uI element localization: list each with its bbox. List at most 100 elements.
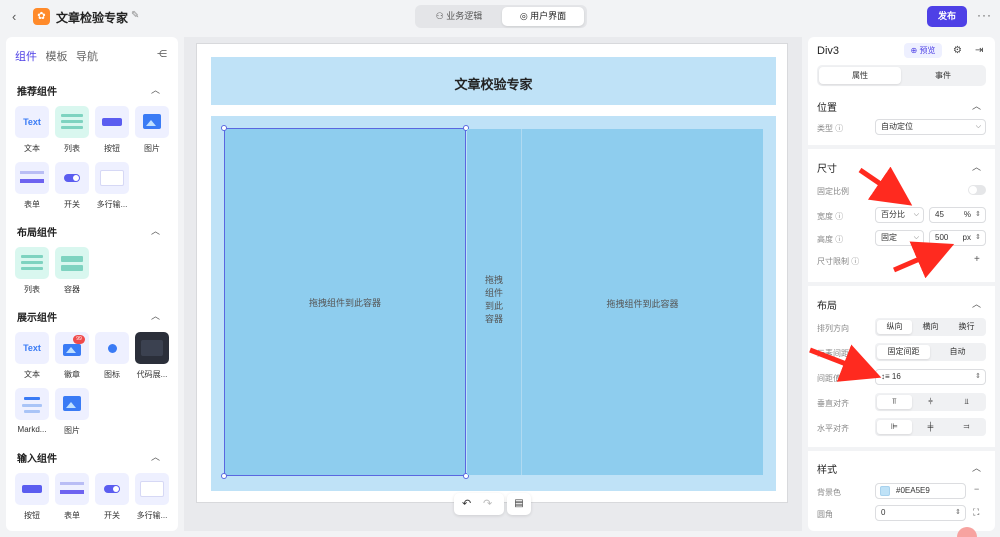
section-size: 尺寸 [817, 164, 837, 175]
tab-properties[interactable]: 属性 [819, 67, 901, 84]
spacing-fixed[interactable]: 固定间距 [877, 345, 930, 359]
top-bar: ‹ ✿ 文章检验专家 ✎ ⚇ 业务逻辑 ◎ 用户界面 发布 ··· [0, 0, 1000, 34]
component-display-image[interactable]: 图片 [55, 388, 89, 436]
tab-user-interface[interactable]: ◎ 用户界面 [502, 7, 584, 26]
row-container[interactable]: 拖拽组件到此容器 拖拽 组件 到此 容器 拖拽组件到此容器 [211, 116, 776, 491]
right-container[interactable]: 拖拽组件到此容器 [522, 129, 763, 475]
radius-input[interactable]: 0 ⇕ [875, 505, 966, 521]
chevron-up-icon[interactable]: ︿ [972, 160, 981, 173]
component-switch[interactable]: 开关 [55, 162, 89, 210]
publish-button[interactable]: 发布 [927, 6, 967, 27]
component-text[interactable]: Text 文本 [15, 106, 49, 154]
height-input[interactable]: 500 px ⇕ [929, 230, 986, 246]
horizontal-align-segmented: ⊫ ╪ ⫤ [875, 418, 986, 436]
section-layout: 布局 [817, 301, 837, 312]
gap-input[interactable]: ↕≡ 16 ⇕ [875, 369, 986, 385]
list-icon [55, 106, 89, 138]
horizontal-align-label: 水平对齐 [817, 424, 849, 433]
direction-vertical[interactable]: 纵向 [877, 320, 912, 334]
document-icon[interactable]: ▤ [507, 493, 531, 515]
divider [808, 145, 995, 149]
component-display-text[interactable]: Text 文本 [15, 332, 49, 380]
component-textarea[interactable]: 多行输... [95, 162, 129, 210]
vertical-align-label: 垂直对齐 [817, 399, 849, 408]
component-form[interactable]: 表单 [15, 162, 49, 210]
align-middle-icon[interactable]: ⫩ [913, 395, 948, 409]
settings-icon[interactable]: ⚙ [953, 45, 962, 56]
collapse-panel-icon[interactable]: ⋲ [157, 49, 167, 60]
image-icon [135, 106, 169, 138]
property-tabs: 属性 事件 [817, 65, 986, 86]
radius-label: 圆角 [817, 510, 833, 519]
align-top-icon[interactable]: ⫪ [877, 395, 912, 409]
direction-horizontal[interactable]: 横向 [913, 320, 948, 334]
narrow-container[interactable]: 拖拽 组件 到此 容器 [467, 129, 522, 475]
panel-toggle-icon[interactable]: ⇥ [975, 45, 983, 56]
component-badge[interactable]: 99 徽章 [55, 332, 89, 380]
align-right-icon[interactable]: ⫤ [949, 420, 984, 434]
direction-wrap[interactable]: 换行 [949, 320, 984, 334]
color-swatch[interactable] [880, 486, 890, 496]
align-bottom-icon[interactable]: ⫫ [949, 395, 984, 409]
size-constraint-label: 尺寸限制 ⓘ [817, 257, 860, 266]
remove-icon[interactable]: − [974, 484, 979, 494]
form-icon [15, 162, 49, 194]
component-icon[interactable]: 图标 [95, 332, 129, 380]
view-switcher: ⚇ 业务逻辑 ◎ 用户界面 [415, 5, 587, 28]
width-mode-select[interactable]: 百分比 ⌵ [875, 207, 924, 223]
component-input-button[interactable]: 按钮 [15, 473, 49, 521]
height-mode-select[interactable]: 固定 ⌵ [875, 230, 924, 246]
direction-segmented: 纵向 横向 换行 [875, 318, 986, 336]
component-input-form[interactable]: 表单 [55, 473, 89, 521]
resize-handle[interactable] [221, 473, 227, 479]
redo-icon[interactable]: ↷ [483, 497, 492, 510]
container-icon [55, 247, 89, 279]
badge-icon: 99 [55, 332, 89, 364]
textarea-icon [95, 162, 129, 194]
chevron-up-icon[interactable]: ︿ [151, 83, 160, 96]
width-input[interactable]: 45 % ⇕ [929, 207, 986, 223]
page-title[interactable]: 文章校验专家 [211, 74, 776, 93]
component-input-switch[interactable]: 开关 [95, 473, 129, 521]
position-type-select[interactable]: 自动定位 ⌵ [875, 119, 986, 135]
component-container[interactable]: 容器 [55, 247, 89, 295]
preview-button[interactable]: ⊕ 预览 [904, 43, 942, 58]
expand-corners-icon[interactable]: ⛶ [973, 507, 979, 518]
more-icon[interactable]: ··· [977, 8, 992, 22]
chevron-up-icon[interactable]: ︿ [972, 297, 981, 310]
spacing-auto[interactable]: 自动 [931, 345, 984, 359]
chevron-up-icon[interactable]: ︿ [972, 461, 981, 474]
chevron-up-icon[interactable]: ︿ [151, 224, 160, 237]
component-button[interactable]: 按钮 [95, 106, 129, 154]
markdown-icon [15, 388, 49, 420]
align-center-icon[interactable]: ╪ [913, 420, 948, 434]
component-layout-list[interactable]: 列表 [15, 247, 49, 295]
chevron-up-icon[interactable]: ︿ [151, 309, 160, 322]
component-code[interactable]: 代码展... [135, 332, 169, 380]
component-list[interactable]: 列表 [55, 106, 89, 154]
component-image[interactable]: 图片 [135, 106, 169, 154]
section-title-display: 展示组件 [17, 313, 57, 324]
align-left-icon[interactable]: ⊫ [877, 420, 912, 434]
chevron-up-icon[interactable]: ︿ [972, 99, 981, 112]
resize-handle[interactable] [221, 125, 227, 131]
tab-business-logic[interactable]: ⚇ 业务逻辑 [418, 7, 500, 26]
form-icon [55, 473, 89, 505]
fixed-ratio-toggle[interactable] [968, 185, 986, 195]
tab-events[interactable]: 事件 [902, 67, 984, 84]
tab-components[interactable]: 组件 [15, 48, 37, 64]
div3-container-selected[interactable]: 拖拽组件到此容器 [224, 128, 466, 476]
component-markdown[interactable]: Markd... [15, 388, 49, 434]
component-input-textarea[interactable]: 多行输... [135, 473, 169, 521]
spacing-label: 元素间距 [817, 349, 849, 358]
tab-templates[interactable]: 模板 [46, 48, 68, 64]
add-constraint-icon[interactable]: + [974, 254, 980, 265]
chevron-up-icon[interactable]: ︿ [151, 450, 160, 463]
textarea-icon [135, 473, 169, 505]
undo-icon[interactable]: ↶ [462, 497, 471, 510]
chevron-left-icon[interactable]: ‹ [12, 9, 16, 24]
drop-placeholder: 拖拽 组件 到此 容器 [484, 275, 503, 324]
header-container[interactable]: 文章校验专家 [211, 57, 776, 105]
tab-navigation[interactable]: 导航 [76, 48, 98, 64]
edit-icon[interactable]: ✎ [131, 10, 139, 21]
